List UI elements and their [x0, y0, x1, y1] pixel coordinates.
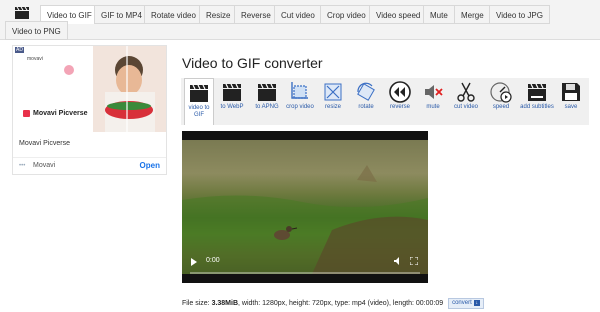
- clapperboard-icon: [258, 83, 276, 101]
- clapperboard-icon: [190, 84, 208, 102]
- ad-brand-label: Movavi Picverse: [23, 110, 87, 117]
- video-player[interactable]: 0:00: [182, 131, 428, 283]
- tab-video-to-jpg[interactable]: Video to JPG: [489, 5, 550, 24]
- file-info: File size: 3.38MiB, width: 1280px, heigh…: [182, 298, 484, 309]
- tab-mute[interactable]: Mute: [423, 5, 455, 24]
- clapperboard-icon: [223, 83, 241, 101]
- tab-video-speed[interactable]: Video speed: [369, 5, 428, 24]
- mute-icon: [425, 85, 443, 99]
- clapperboard-logo-icon[interactable]: [14, 6, 30, 20]
- tool-speed[interactable]: speed: [485, 78, 517, 125]
- file-info-prefix: File size:: [182, 300, 212, 307]
- volume-icon[interactable]: [394, 257, 402, 265]
- resize-icon: [324, 83, 342, 101]
- tool-to-apng[interactable]: to APNG: [251, 78, 283, 125]
- tool-cut-video[interactable]: cut video: [450, 78, 482, 125]
- ad-image[interactable]: AD movavi Movavi Picverse: [13, 46, 166, 132]
- movavi-logo-icon: [23, 110, 30, 117]
- tool-label: to WebP: [220, 104, 244, 110]
- tab-merge[interactable]: Merge: [454, 5, 491, 24]
- top-nav: Video to GIF GIF to MP4 Rotate video Res…: [0, 0, 600, 40]
- rewind-icon: [389, 81, 411, 103]
- tool-label: rotate: [358, 104, 374, 110]
- file-size: 3.38MiB: [211, 300, 239, 307]
- tab-resize[interactable]: Resize: [199, 5, 238, 24]
- tool-label: video to GIF: [188, 105, 210, 118]
- fullscreen-icon[interactable]: [410, 257, 418, 265]
- advertisement[interactable]: AD movavi Movavi Picverse Movavi Picvers…: [12, 45, 167, 175]
- tool-label: speed: [492, 104, 510, 110]
- video-progress-bar[interactable]: [190, 272, 420, 274]
- tool-label: cut video: [453, 104, 478, 110]
- tool-label: to APNG: [255, 104, 279, 110]
- rotate-icon: [357, 82, 375, 101]
- tool-label: add subtitles: [520, 104, 554, 110]
- tab-crop-video[interactable]: Crop video: [320, 5, 373, 24]
- tab-reverse[interactable]: Reverse: [234, 5, 278, 24]
- scissors-icon: [457, 82, 475, 102]
- video-time: 0:00: [206, 257, 220, 264]
- tool-save[interactable]: save: [557, 78, 585, 125]
- arrow-down-icon: ↓: [473, 300, 480, 306]
- tool-mute[interactable]: mute: [419, 78, 447, 125]
- tab-gif-to-mp4[interactable]: GIF to MP4: [94, 5, 149, 24]
- ad-open-button[interactable]: Open: [140, 161, 160, 170]
- ad-dots-icon: •••: [19, 163, 26, 169]
- tool-add-subtitles[interactable]: add subtitles: [520, 78, 554, 125]
- ad-divider: [13, 157, 166, 158]
- convert-label: convert: [452, 300, 472, 306]
- play-icon[interactable]: [191, 258, 197, 266]
- ad-badge: AD: [15, 47, 24, 53]
- tab-video-to-png[interactable]: Video to PNG: [5, 21, 68, 40]
- video-controls: 0:00: [182, 252, 428, 274]
- ad-brand-text: Movavi Picverse: [33, 110, 88, 117]
- tab-cut-video[interactable]: Cut video: [274, 5, 322, 24]
- subtitles-icon: [528, 83, 546, 101]
- child-photo-icon: [93, 46, 166, 132]
- tool-crop-video[interactable]: crop video: [285, 78, 315, 125]
- tool-label: mute: [426, 104, 440, 110]
- ad-small-brand: movavi: [27, 56, 43, 62]
- tool-resize[interactable]: resize: [318, 78, 348, 125]
- tool-toolbar: video to GIF to WebP to APNG crop video …: [181, 78, 589, 125]
- tool-label: crop video: [286, 104, 314, 110]
- tool-label: save: [564, 104, 578, 110]
- ad-product-name[interactable]: Movavi Picverse: [19, 140, 70, 147]
- convert-button[interactable]: convert ↓: [448, 298, 484, 309]
- tool-label: resize: [324, 104, 341, 110]
- file-info-details: , width: 1280px, height: 720px, type: mp…: [238, 300, 444, 307]
- speed-icon: [490, 82, 512, 103]
- tool-label: reverse: [389, 104, 410, 110]
- page-title: Video to GIF converter: [182, 55, 323, 71]
- tool-rotate[interactable]: rotate: [351, 78, 381, 125]
- ad-company[interactable]: Movavi: [33, 162, 55, 169]
- crop-icon: [291, 82, 308, 99]
- tool-video-to-gif[interactable]: video to GIF: [184, 78, 214, 125]
- pink-dot-icon: [64, 65, 74, 75]
- tool-reverse[interactable]: reverse: [384, 78, 416, 125]
- tab-rotate-video[interactable]: Rotate video: [144, 5, 203, 24]
- save-icon: [562, 83, 580, 101]
- tool-to-webp[interactable]: to WebP: [216, 78, 248, 125]
